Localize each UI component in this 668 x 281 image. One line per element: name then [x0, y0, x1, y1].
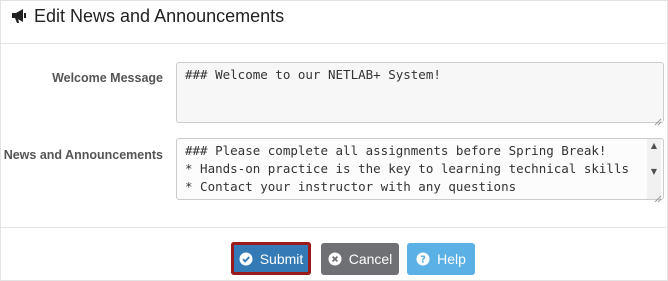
resize-grip-icon[interactable] [654, 113, 662, 126]
help-button-label: Help [437, 251, 466, 267]
submit-button-label: Submit [259, 250, 304, 267]
welcome-message-textarea[interactable]: ### Welcome to our NETLAB+ System! [176, 62, 664, 123]
help-button[interactable]: ? Help [407, 243, 475, 275]
cancel-button[interactable]: Cancel [321, 243, 399, 275]
times-circle-icon [328, 252, 342, 266]
scroll-down-icon[interactable]: ▼ [647, 165, 661, 179]
panel-header: Edit News and Announcements [1, 1, 667, 44]
check-circle-icon [239, 252, 253, 266]
resize-grip-icon[interactable] [654, 190, 662, 203]
svg-text:?: ? [420, 255, 426, 266]
scroll-up-icon[interactable]: ▲ [647, 139, 661, 153]
bullhorn-icon [11, 8, 29, 24]
footer-divider [1, 227, 667, 228]
question-circle-icon: ? [416, 252, 430, 266]
page-title: Edit News and Announcements [34, 6, 285, 26]
news-announcements-textarea[interactable]: ### Please complete all assignments befo… [176, 138, 664, 200]
edit-news-panel: Edit News and Announcements Welcome Mess… [0, 0, 668, 281]
news-announcements-label: News and Announcements [3, 148, 163, 162]
cancel-button-label: Cancel [348, 251, 393, 267]
welcome-message-label: Welcome Message [52, 71, 163, 85]
submit-button[interactable]: Submit [231, 242, 311, 275]
